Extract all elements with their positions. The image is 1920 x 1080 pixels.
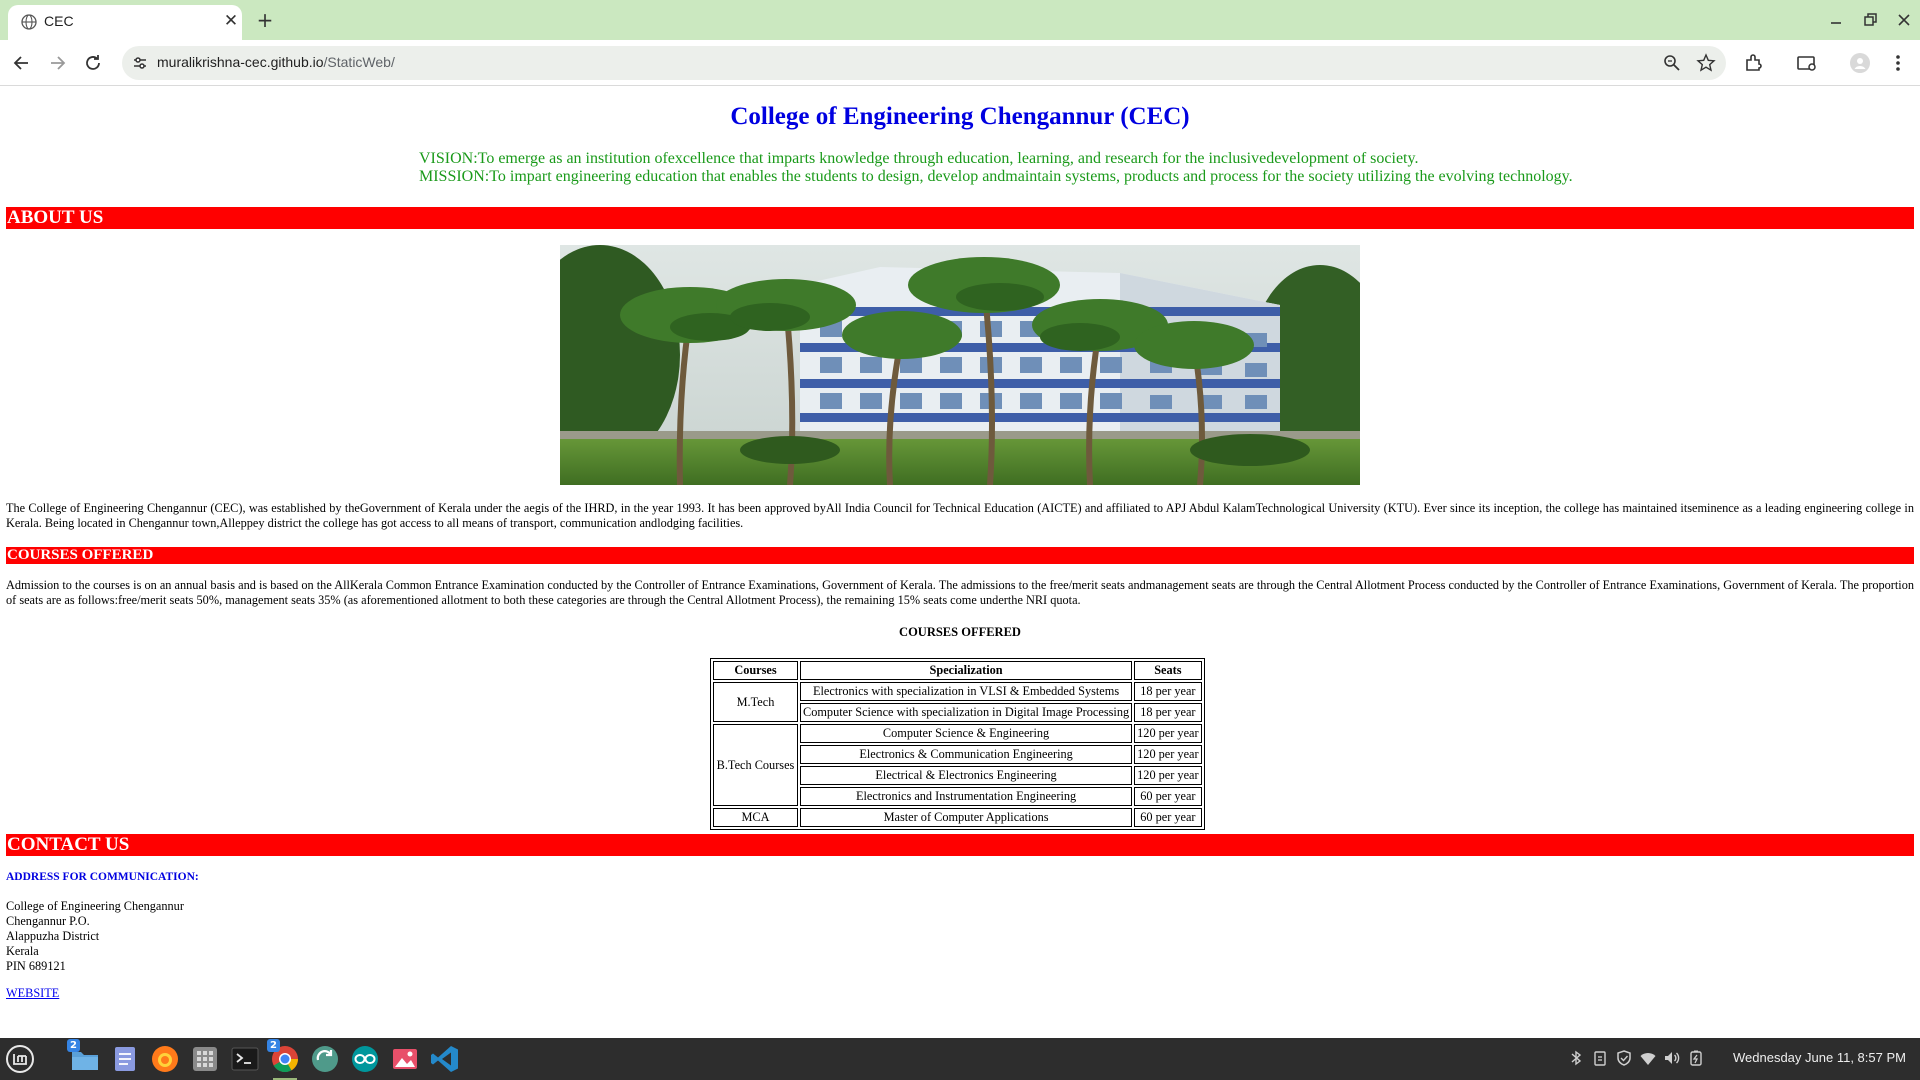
mint-menu-icon[interactable] [4,1043,36,1075]
specialization-cell: Electronics & Communication Engineering [800,745,1133,764]
address-line: College of Engineering Chengannur [6,899,184,913]
course-cell: B.Tech Courses [713,724,798,806]
address-line: PIN 689121 [6,959,66,973]
specialization-cell: Computer Science with specialization in … [800,703,1133,722]
table-row: B.Tech Courses Computer Science & Engine… [713,724,1202,806]
clock[interactable]: Wednesday June 11, 8:57 PM [1733,1050,1906,1065]
admission-text: Admission to the courses is on an annual… [6,578,1914,607]
close-window-icon[interactable] [1892,8,1916,32]
browser-toolbar: muralikrishna-cec.github.io/StaticWeb/ [0,40,1920,86]
course-cell: M.Tech [713,682,798,722]
extensions-icon[interactable] [1742,51,1766,75]
page-title: College of Engineering Chengannur (CEC) [730,103,1190,130]
shield-icon[interactable] [1615,1049,1633,1067]
address-bar[interactable]: muralikrishna-cec.github.io/StaticWeb/ [122,46,1726,80]
browser-tab[interactable]: CEC ✕ [8,5,242,40]
bluetooth-icon[interactable] [1567,1049,1585,1067]
table-header-row: Courses Specialization Seats [713,661,1202,680]
table-row: MCA Master of Computer Applications 60 p… [713,808,1202,827]
vscode-icon[interactable] [429,1043,461,1075]
seats-cell: 18 per year [1134,682,1202,701]
seats-cell: 60 per year [1134,808,1202,827]
menu-dots-icon[interactable] [1886,51,1910,75]
forward-icon[interactable] [44,50,70,76]
web-page: College of Engineering Chengannur (CEC) … [0,87,1920,1038]
seats-column-header: Seats [1134,661,1202,680]
profile-avatar-icon[interactable] [1848,51,1872,75]
courses-column-header: Courses [713,661,798,680]
bookmark-star-icon[interactable] [1696,53,1716,73]
tab-title: CEC [44,13,74,29]
media-controls-icon[interactable] [1795,51,1819,75]
text-editor-icon[interactable] [109,1043,141,1075]
specialization-cell: Electronics with specialization in VLSI … [800,682,1133,701]
vision-mission-block: VISION:To emerge as an institution ofexc… [419,150,1573,186]
chrome-app[interactable]: 2 [267,1039,301,1080]
specialization-column-header: Specialization [800,661,1133,680]
restore-icon[interactable] [1858,8,1882,32]
address-line: Chengannur P.O. [6,914,90,928]
app-grid-icon[interactable] [189,1043,221,1075]
address-line: Alappuzha District [6,929,100,943]
firefox-icon[interactable] [149,1043,181,1075]
course-cell: MCA [713,808,798,827]
courses-table: Courses Specialization Seats M.Tech Elec… [710,658,1205,830]
url-text: muralikrishna-cec.github.io/StaticWeb/ [157,54,395,70]
address-line: Kerala [6,944,39,958]
specialization-cell: Electrical & Electronics Engineering [800,766,1133,785]
back-icon[interactable] [9,50,35,76]
url-path: /StaticWeb/ [323,54,395,70]
website-link[interactable]: WEBSITE [6,986,59,1001]
globe-icon [21,14,37,30]
seats-cell: 60 per year [1134,787,1202,806]
vision-text: VISION:To emerge as an institution ofexc… [419,150,1419,167]
taskbar: 2 2 Wednesday June 11, 8:57 PM [0,1038,1920,1080]
courses-table-caption: COURSES OFFERED [899,625,1021,639]
close-tab-icon[interactable]: ✕ [221,11,241,31]
volume-icon[interactable] [1663,1049,1681,1067]
contact-us-heading: CONTACT US [6,834,1914,856]
campus-building-image [560,245,1360,485]
clipboard-icon[interactable] [1591,1049,1609,1067]
address-heading: ADDRESS FOR COMMUNICATION: [6,871,199,883]
site-info-icon[interactable] [130,53,150,73]
wifi-icon[interactable] [1639,1049,1657,1067]
seats-cell: 120 per year [1134,745,1202,764]
specialization-cell: Master of Computer Applications [800,808,1133,827]
seats-cell: 18 per year [1134,703,1202,722]
url-host: muralikrishna-cec.github.io [157,54,324,70]
address-block: College of Engineering Chengannur Chenga… [6,899,184,974]
arduino-icon[interactable] [349,1043,381,1075]
specialization-cell: Computer Science & Engineering [800,724,1133,743]
about-us-text: The College of Engineering Chengannur (C… [6,501,1914,530]
battery-icon[interactable] [1687,1049,1705,1067]
terminal-icon[interactable] [229,1043,261,1075]
table-row: M.Tech Electronics with specialization i… [713,682,1202,722]
about-us-heading: ABOUT US [6,207,1914,229]
courses-offered-heading: COURSES OFFERED [6,547,1914,564]
seats-cell: 120 per year [1134,766,1202,785]
zoom-icon[interactable] [1662,53,1682,73]
mission-text: MISSION:To impart engineering education … [419,168,1573,185]
browser-tab-strip: CEC ✕ + [0,0,1920,40]
minimize-icon[interactable] [1824,8,1848,32]
chrome-badge: 2 [267,1039,280,1052]
files-app[interactable]: 2 [67,1039,101,1075]
image-viewer-icon[interactable] [389,1043,421,1075]
files-badge: 2 [67,1039,80,1052]
specialization-cell: Electronics and Instrumentation Engineer… [800,787,1133,806]
new-tab-icon[interactable]: + [253,8,277,32]
reload-icon[interactable] [80,50,106,76]
update-manager-icon[interactable] [309,1043,341,1075]
seats-cell: 120 per year [1134,724,1202,743]
